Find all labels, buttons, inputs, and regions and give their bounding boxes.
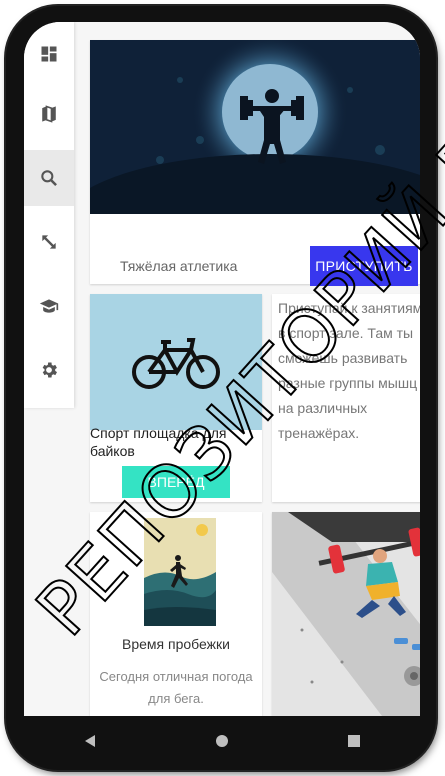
bike-card: Спорт площадка для байков ВПЕРЁД (90, 294, 262, 502)
gym-card (272, 512, 420, 716)
weightlifting-title: Тяжёлая атлетика (120, 258, 238, 274)
back-icon[interactable] (83, 734, 97, 748)
running-title: Время пробежки (122, 636, 230, 652)
sidebar-item-school[interactable] (24, 278, 74, 334)
sidebar-item-dashboard[interactable] (24, 26, 74, 82)
forward-button[interactable]: ВПЕРЁД (122, 466, 230, 498)
app-screen: Тяжёлая атлетика ПРИСТУПИТЬ Спорт площад… (24, 22, 420, 716)
sidebar (24, 22, 74, 408)
gym-description-card: Приступай к занятиям в спорт зале. Там т… (272, 294, 420, 502)
gear-icon (42, 362, 57, 378)
running-card: Время пробежки Сегодня отличная погода д… (90, 512, 262, 716)
expand-icon (42, 235, 56, 249)
sidebar-item-settings[interactable] (24, 342, 74, 398)
recents-icon[interactable] (347, 734, 361, 748)
weightlifting-image (90, 40, 420, 214)
sidebar-item-map[interactable] (24, 86, 74, 142)
runner-illustration (144, 518, 216, 626)
gym-image (272, 512, 420, 716)
running-text: Сегодня отличная погода для бега. (99, 669, 253, 706)
bicycle-icon (132, 338, 220, 389)
sidebar-item-search[interactable] (24, 150, 74, 206)
search-icon (41, 170, 57, 186)
weightlifting-card: Тяжёлая атлетика ПРИСТУПИТЬ (90, 40, 420, 286)
weightlifter-illustration (90, 40, 420, 214)
gym-illustration (272, 512, 420, 716)
map-icon (42, 105, 56, 123)
dashboard-icon (41, 46, 57, 62)
bike-title: Спорт площадка для байков (90, 425, 227, 459)
bike-image (90, 294, 262, 430)
system-navbar (24, 716, 420, 766)
home-icon[interactable] (215, 734, 229, 748)
phone-frame: Тяжёлая атлетика ПРИСТУПИТЬ Спорт площад… (6, 6, 436, 770)
school-icon (39, 299, 59, 313)
sidebar-item-expand[interactable] (24, 214, 74, 270)
gym-description-text: Приступай к занятиям в спорт зале. Там т… (278, 300, 420, 441)
running-image (144, 518, 216, 626)
start-button[interactable]: ПРИСТУПИТЬ (310, 246, 418, 286)
